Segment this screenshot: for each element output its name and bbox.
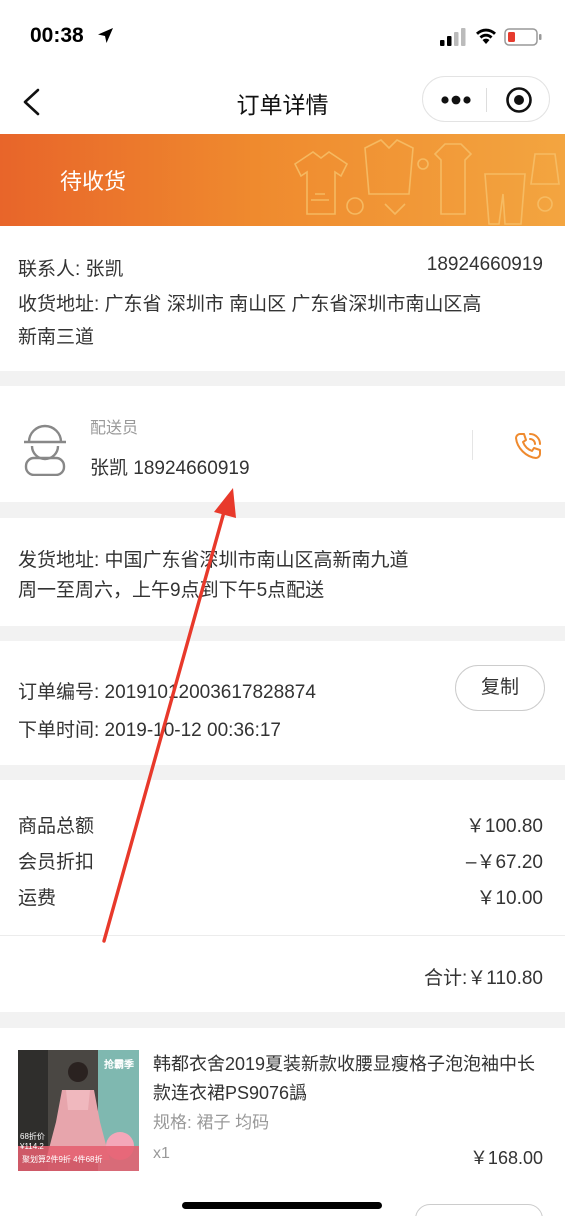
order-number: 订单编号: 20191012003617828874 [18,682,316,703]
product-card[interactable]: 抢霸季 68折价 ¥114.2 聚划算2件9折 4件68折 韩都衣舍2019夏装… [0,1028,565,1216]
thumb-badge: 抢霸季 [104,1060,134,1071]
amount-divider [0,935,565,936]
amount-summary-card: 商品总额 ￥100.80 会员折扣 –￥67.20 运费 ￥10.00 合计:￥… [0,780,565,1012]
origin-address: 发货地址: 中国广东省深圳市南山区高新南九道 [18,550,409,571]
shipping-fee-label: 运费 [18,888,57,909]
delivery-hours: 周一至周六，上午9点到下午5点配送 [18,580,325,601]
clothing-illustration-icon [293,139,560,225]
product-image[interactable]: 抢霸季 68折价 ¥114.2 聚划算2件9折 4件68折 [18,1050,139,1171]
order-status-banner: 待收货 [0,134,565,226]
contact-phone: 18924660919 [426,254,543,275]
subtotal-value: ￥100.80 [465,816,543,837]
close-target-icon[interactable] [505,86,533,114]
order-info-card: 订单编号: 20191012003617828874 下单时间: 2019-10… [0,641,565,765]
phone-call-icon[interactable] [512,430,544,462]
contact-name: 联系人: 张凯 [18,259,124,280]
subtotal-label: 商品总额 [18,816,95,837]
phone-divider [472,430,473,460]
mini-program-capsule [422,76,550,122]
discount-value: –￥67.20 [465,852,543,873]
battery-icon [504,28,542,46]
shipping-address-line1: 收货地址: 广东省 深圳市 南山区 广东省深圳市南山区高 [18,294,482,315]
shipping-fee-value: ￥10.00 [476,888,543,909]
product-spec: 规格: 裙子 均码 [153,1113,270,1132]
copy-order-number-button[interactable]: 复制 [455,665,545,711]
product-price: ￥168.00 [469,1148,543,1168]
order-status-text: 待收货 [60,169,127,194]
courier-card: 配送员 张凯 18924660919 [0,386,565,502]
order-total: 合计:￥110.80 [424,968,543,989]
bottom-action-button[interactable] [415,1204,543,1216]
capsule-divider [486,88,487,112]
location-arrow-icon [98,28,113,43]
order-time: 下单时间: 2019-10-12 00:36:17 [18,720,281,741]
wifi-icon [476,28,496,44]
shipping-address-line2: 新南三道 [18,327,95,348]
more-dots-icon[interactable] [441,90,471,110]
status-bar: 00:38 [0,0,565,70]
product-quantity: x1 [153,1145,170,1162]
contact-card: 联系人: 张凯 18924660919 收货地址: 广东省 深圳市 南山区 广东… [0,226,565,371]
thumb-footer: 聚划算2件9折 4件68折 [22,1155,103,1164]
discount-label: 会员折扣 [18,852,95,873]
courier-info: 张凯 18924660919 [90,458,250,479]
home-indicator[interactable] [182,1202,382,1209]
courier-label: 配送员 [90,420,139,437]
thumb-price-tag: 68折价 ¥114.2 [20,1132,45,1151]
product-title[interactable]: 韩都衣舍2019夏装新款收腰显瘦格子泡泡袖中长款连衣裙PS9076譌 [153,1050,545,1108]
nav-bar: 订单详情 [0,70,565,134]
shipping-origin-card: 发货地址: 中国广东省深圳市南山区高新南九道 周一至周六，上午9点到下午5点配送 [0,518,565,626]
status-time: 00:38 [30,24,84,47]
cellular-signal-icon [440,28,466,46]
courier-avatar-icon [24,424,66,476]
